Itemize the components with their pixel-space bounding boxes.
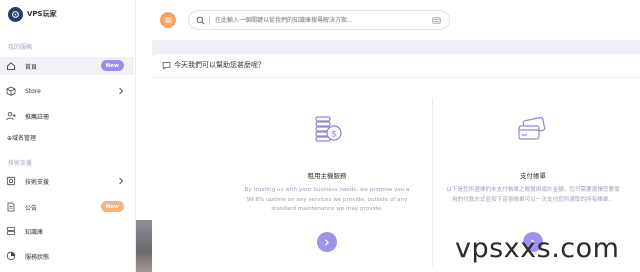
search-icon [196,16,205,25]
svg-text:$: $ [331,130,337,140]
chevron-right-icon [119,87,124,95]
site-watermark: vpsxxs.com [455,233,620,264]
column-divider [432,98,433,266]
sidebar-item-label: 公告 [25,204,38,212]
search-input[interactable] [215,13,415,27]
feature-description: By trusting us with your business needs,… [244,187,410,212]
sidebar-item-label: 知識庫 [25,228,44,236]
database-icon [6,227,16,235]
sidebar-item-knowledgebase[interactable]: 知識庫 [0,222,134,240]
brand[interactable]: VPS玩家 [8,6,57,22]
support-icon [6,176,16,186]
card-header: 今天我們可以幫助您甚麼呢？ [152,54,640,78]
section-label-tech-support: 技術支援 [8,160,33,167]
new-badge: New [100,60,124,71]
chevron-right-icon [119,177,124,185]
sidebar-item-domains[interactable]: ⊕域名管理 [0,128,134,146]
user-plus-icon [6,112,16,121]
chevron-right-icon [325,239,330,245]
new-badge: New [100,201,124,212]
sidebar-item-label: ⊕域名管理 [7,134,37,142]
sidebar-item-referral[interactable]: 推薦註冊 [0,107,134,125]
hosting-go-button[interactable] [317,232,337,252]
sidebar-item-label: 服務狀態 [25,253,50,261]
menu-toggle-button[interactable] [160,12,176,28]
sidebar-item-support[interactable]: 技術支援 [0,172,134,190]
search-divider [209,16,210,25]
news-icon [7,202,15,212]
chat-icon [162,61,171,70]
section-label-my-services: 我的服務 [8,44,33,51]
card-title: 今天我們可以幫助您甚麼呢？ [174,61,265,69]
brand-logo-icon [8,6,23,22]
keyboard-icon[interactable] [432,16,441,25]
sidebar-item-label: 首頁 [25,63,38,71]
feature-title: 支付帳單 [520,172,546,180]
sidebar-item-home[interactable]: 首頁 New [0,57,134,75]
top-bar [152,0,640,40]
sidebar-item-announcements[interactable]: 公告 New [0,198,134,216]
home-icon [7,62,15,71]
brand-name: VPS玩家 [27,10,57,18]
sidebar-item-label: 推薦註冊 [25,113,50,121]
sidebar-item-server-status[interactable]: 服務狀態 [0,247,134,265]
sidebar-item-label: Store [25,87,41,95]
box-icon [6,86,16,96]
sidebar-item-store[interactable]: Store [0,82,134,100]
coins-icon: $ [315,116,342,142]
background-photo-strip [136,220,152,272]
status-icon [6,251,16,261]
feature-description: 以下是您所選擇的未支付帳單之概覽與總計金額，您只需要選擇您要使用的付款方式並按下… [446,187,620,203]
sidebar-item-label: 技術支援 [25,178,50,186]
feature-title: 租用主機服務 [307,172,347,180]
search-bar[interactable] [188,10,450,30]
credit-cards-icon [518,116,546,140]
hamburger-icon [165,17,171,23]
sidebar: VPS玩家 我的服務 首頁 New Store 推薦註冊 ⊕域名管理 技術支援 … [0,0,136,272]
